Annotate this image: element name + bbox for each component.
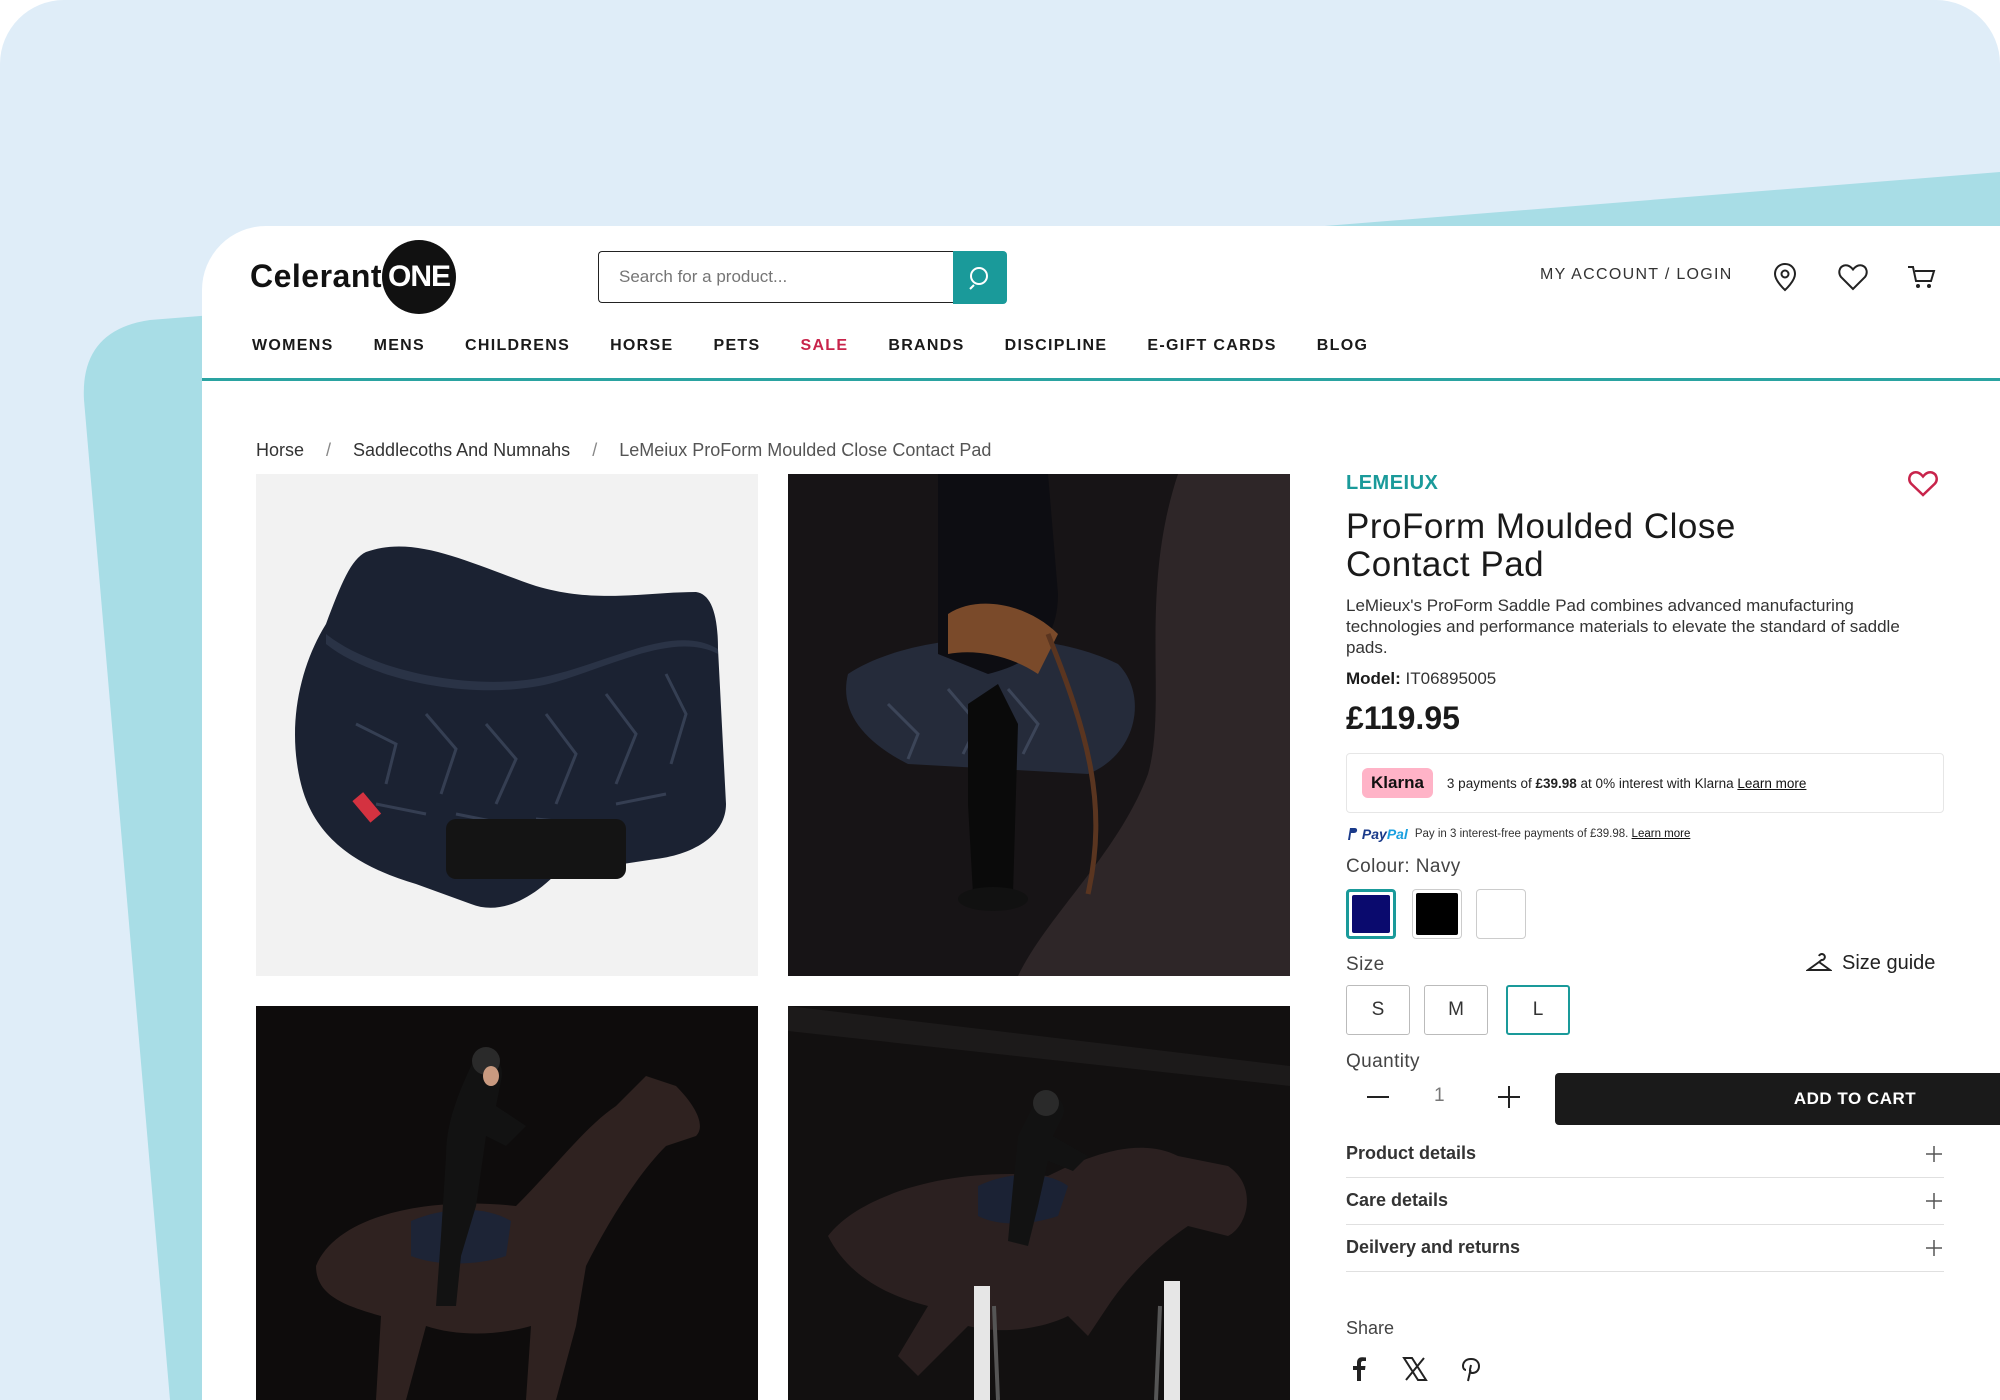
klarna-learn-more-link[interactable]: Learn more bbox=[1737, 776, 1806, 791]
nav-item-horse[interactable]: HORSE bbox=[610, 337, 673, 355]
product-model: Model: IT06895005 bbox=[1346, 669, 1496, 689]
breadcrumb-item-saddlecloths[interactable]: Saddlecoths And Numnahs bbox=[353, 440, 570, 461]
klarna-text-before: 3 payments of bbox=[1446, 775, 1532, 791]
search-field[interactable] bbox=[598, 251, 953, 303]
paypal-logo: PayPal bbox=[1346, 826, 1408, 842]
paypal-learn-more-link[interactable]: Learn more bbox=[1632, 828, 1691, 840]
model-value: IT06895005 bbox=[1405, 669, 1497, 688]
paypal-icon bbox=[1348, 828, 1358, 840]
breadcrumb-item-horse[interactable]: Horse bbox=[256, 440, 304, 461]
breadcrumb-separator: / bbox=[592, 440, 598, 460]
nav-item-childrens[interactable]: CHILDRENS bbox=[465, 337, 570, 355]
cart-icon[interactable] bbox=[1904, 260, 1938, 294]
hanger-icon bbox=[1806, 952, 1832, 971]
pinterest-icon[interactable] bbox=[1456, 1354, 1486, 1384]
quantity-decrease-button[interactable] bbox=[1360, 1079, 1396, 1115]
search-input[interactable] bbox=[599, 252, 953, 302]
nav-item-pets[interactable]: PETS bbox=[713, 337, 760, 355]
accordion-delivery-returns[interactable]: Deilvery and returns bbox=[1346, 1224, 1944, 1272]
quantity-value[interactable]: 1 bbox=[1434, 1085, 1445, 1107]
nav-item-sale[interactable]: SALE bbox=[800, 337, 848, 355]
wishlist-icon[interactable] bbox=[1836, 260, 1870, 294]
klarna-promo: Klarna 3 payments of £39.98 at 0% intere… bbox=[1346, 753, 1944, 813]
nav-item-brands[interactable]: BRANDS bbox=[888, 337, 964, 355]
nav-item-blog[interactable]: BLOG bbox=[1317, 337, 1368, 355]
klarna-text-after: at 0% interest with Klarna bbox=[1580, 775, 1734, 791]
size-option-m[interactable]: M bbox=[1424, 985, 1488, 1035]
quantity-increase-button[interactable] bbox=[1491, 1079, 1527, 1115]
store-locator-icon[interactable] bbox=[1768, 260, 1802, 294]
logo-text[interactable]: Celerant bbox=[250, 258, 382, 295]
model-label: Model: bbox=[1346, 669, 1401, 688]
accordion-care-details[interactable]: Care details bbox=[1346, 1177, 1944, 1225]
minus-icon bbox=[1367, 1096, 1389, 1098]
expand-icon bbox=[1926, 1145, 1942, 1162]
breadcrumb-item-current: LeMeiux ProForm Moulded Close Contact Pa… bbox=[619, 440, 992, 460]
expand-icon bbox=[1926, 1192, 1942, 1209]
size-option-l[interactable]: L bbox=[1506, 985, 1570, 1035]
breadcrumb-separator: / bbox=[326, 440, 332, 460]
colour-swatch-navy[interactable] bbox=[1346, 889, 1396, 939]
paypal-text: Pay in 3 interest-free payments of £39.9… bbox=[1414, 828, 1629, 840]
paypal-promo: PayPal Pay in 3 interest-free payments o… bbox=[1346, 826, 1690, 842]
breadcrumb: Horse / Saddlecoths And Numnahs / LeMeiu… bbox=[256, 440, 991, 461]
product-brand[interactable]: LEMEIUX bbox=[1346, 472, 1438, 495]
product-image-4[interactable] bbox=[788, 1006, 1290, 1400]
nav-item-e-gift-cards[interactable]: E-GIFT CARDS bbox=[1147, 337, 1276, 355]
nav-divider bbox=[202, 378, 2000, 381]
nav-item-mens[interactable]: MENS bbox=[374, 337, 425, 355]
accordion-product-details[interactable]: Product details bbox=[1346, 1130, 1944, 1178]
search-icon bbox=[969, 266, 988, 290]
logo-badge[interactable]: ONE bbox=[382, 240, 456, 314]
colour-swatch-black[interactable] bbox=[1412, 889, 1462, 939]
size-guide-link[interactable]: Size guide bbox=[1806, 952, 1935, 975]
colour-label: Colour: Navy bbox=[1346, 856, 1461, 877]
size-label: Size bbox=[1346, 954, 1385, 975]
product-title: ProForm Moulded Close Contact Pad bbox=[1346, 507, 1736, 584]
klarna-amount: £39.98 bbox=[1535, 775, 1577, 791]
facebook-icon[interactable] bbox=[1344, 1354, 1374, 1384]
account-login-link[interactable]: MY ACCOUNT / LOGIN bbox=[1540, 266, 1733, 284]
product-price: £119.95 bbox=[1346, 700, 1460, 736]
expand-icon bbox=[1926, 1239, 1942, 1256]
size-option-s[interactable]: S bbox=[1346, 985, 1410, 1035]
page-background: Celerant ONE MY ACCOUNT / LOGIN WOMENS M… bbox=[0, 0, 2000, 1400]
nav-item-womens[interactable]: WOMENS bbox=[252, 337, 334, 355]
product-image-2[interactable] bbox=[788, 474, 1290, 976]
product-image-1[interactable] bbox=[256, 474, 758, 976]
klarna-logo: Klarna bbox=[1362, 768, 1433, 798]
add-to-cart-label: ADD TO CART bbox=[1555, 1073, 2000, 1125]
product-description: LeMieux's ProForm Saddle Pad combines ad… bbox=[1346, 596, 1900, 657]
colour-swatch-white[interactable] bbox=[1476, 889, 1526, 939]
add-to-cart-button[interactable]: ADD TO CART bbox=[1555, 1073, 2000, 1133]
plus-icon bbox=[1498, 1086, 1520, 1108]
quantity-label: Quantity bbox=[1346, 1051, 1420, 1072]
main-nav: WOMENS MENS CHILDRENS HORSE PETS SALE BR… bbox=[252, 337, 1408, 355]
x-icon[interactable] bbox=[1400, 1354, 1430, 1384]
browser-window: Celerant ONE MY ACCOUNT / LOGIN WOMENS M… bbox=[202, 226, 2000, 1400]
wishlist-add-icon[interactable] bbox=[1908, 470, 1938, 503]
search-button[interactable] bbox=[953, 251, 1007, 304]
share-label: Share bbox=[1346, 1318, 1395, 1338]
nav-item-discipline[interactable]: DISCIPLINE bbox=[1005, 337, 1108, 355]
product-image-3[interactable] bbox=[256, 1006, 758, 1400]
